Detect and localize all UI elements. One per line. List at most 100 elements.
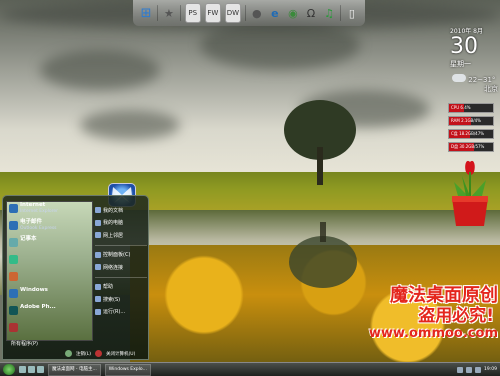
dreamweaver-icon[interactable]: DW <box>224 3 241 23</box>
watermark-line1: 魔法桌面原创 <box>390 285 498 306</box>
clock-day: 30 <box>450 34 478 59</box>
menu-item-network-connections[interactable]: 网络连接 <box>95 261 147 274</box>
photoshop-icon[interactable]: PS <box>184 3 201 23</box>
sky <box>0 0 500 180</box>
weather-city: 北京 <box>484 85 498 93</box>
meter-label: C盘 18.2GB/47% <box>451 131 485 136</box>
tray-icon[interactable] <box>457 366 464 373</box>
dock-separator <box>157 5 158 21</box>
quick-launch-icon[interactable] <box>28 366 35 373</box>
menu-item-run[interactable]: 运行(R)... <box>95 306 147 319</box>
quick-launch-icon[interactable] <box>19 366 26 373</box>
menu-item-label: 网上邻居 <box>103 232 124 239</box>
fireworks-icon[interactable]: FW <box>204 3 221 23</box>
pinned-item-app[interactable] <box>7 321 92 338</box>
watermark: 魔法桌面原创 盗用必究! www.ommoo.com <box>348 286 498 342</box>
taskbar-button[interactable]: 魔法桌面网 - 电脑主... <box>48 363 101 376</box>
pinned-item-notepad[interactable]: 记事本 <box>7 236 92 253</box>
pinned-title: Internet <box>20 202 46 208</box>
headphones-icon[interactable]: Ω <box>304 4 318 22</box>
all-programs-button[interactable]: 所有程序(P) <box>7 339 95 349</box>
computer-icon <box>95 219 101 226</box>
watermark-line2: 盗用必究! <box>418 306 494 326</box>
taskbar-button[interactable]: Windows Explo... <box>104 363 151 376</box>
pinned-item-app[interactable] <box>7 270 92 287</box>
start-menu-places-pane: 我的文档 我的电脑 网上邻居 控制面板(C) 网络连接 帮助 搜索(S) 运行(… <box>95 204 147 318</box>
menu-item-label: 控制面板(C) <box>103 252 131 259</box>
taskbar: 魔法桌面网 - 电脑主... Windows Explo... 19:09 <box>0 362 500 376</box>
search-icon <box>95 296 101 303</box>
tray-icon[interactable] <box>466 366 473 373</box>
dock-separator <box>340 5 341 21</box>
pinned-title: 电子邮件 <box>20 219 43 225</box>
adobe-icon <box>9 306 18 315</box>
pinned-title: Windows <box>20 287 48 293</box>
tree-icon <box>284 100 356 185</box>
windows-flag-icon[interactable]: ⊞ <box>139 4 153 22</box>
cloud <box>80 110 180 140</box>
network-icon <box>95 232 101 239</box>
app-icon <box>9 323 18 332</box>
quick-launch-icon[interactable] <box>37 366 44 373</box>
meter-bar: C盘 18.2GB/47% <box>448 129 494 139</box>
ie-icon[interactable]: e <box>268 4 282 22</box>
music-icon[interactable]: ♫ <box>322 4 336 22</box>
menu-item-my-documents[interactable]: 我的文档 <box>95 204 147 217</box>
email-icon <box>9 221 18 230</box>
menu-item-search[interactable]: 搜索(S) <box>95 293 147 306</box>
windows-media-icon <box>9 289 18 298</box>
notepad-icon <box>9 238 18 247</box>
weather-temp: 22~31° <box>468 76 496 84</box>
help-icon <box>95 283 101 290</box>
control-panel-icon <box>95 251 101 258</box>
tray-time: 19:09 <box>484 367 497 372</box>
pinned-item-adobe[interactable]: Adobe Ph... <box>7 304 92 321</box>
rss-icon[interactable]: ◉ <box>286 4 300 22</box>
dock-separator <box>244 5 246 21</box>
weather-gadget[interactable]: 22~31° 北京 <box>452 74 498 94</box>
top-dock: ⊞ ★ PS FW DW ● e ◉ Ω ♫ ▯ <box>133 0 365 26</box>
shutdown-icon[interactable] <box>95 350 103 357</box>
pinned-item-windows[interactable]: Windows <box>7 287 92 304</box>
menu-item-label: 我的电脑 <box>103 220 124 227</box>
network-connections-icon <box>95 264 101 271</box>
pinned-item-app[interactable] <box>7 253 92 270</box>
chat-bubble-icon[interactable]: ● <box>250 4 264 22</box>
tulip-pot-icon[interactable] <box>448 152 492 230</box>
pinned-item-email[interactable]: 电子邮件 Outlook Express <box>7 219 92 236</box>
meter-bar: D盘 30.2GB/57% <box>448 142 494 152</box>
start-button[interactable] <box>3 364 15 375</box>
pinned-sub: Outlook Express <box>20 226 57 231</box>
pinned-title: 记事本 <box>20 236 37 242</box>
dock-separator <box>179 5 181 21</box>
star-icon[interactable]: ★ <box>162 4 176 22</box>
pinned-title: Adobe Ph... <box>20 304 56 310</box>
menu-item-help[interactable]: 帮助 <box>95 281 147 294</box>
system-tray: 19:09 <box>457 366 500 373</box>
pinned-sub: Internet Explorer <box>20 209 59 214</box>
folder-icon <box>95 207 101 214</box>
logoff-icon[interactable] <box>65 350 72 357</box>
menu-item-control-panel[interactable]: 控制面板(C) <box>95 249 147 262</box>
recycle-bin-icon[interactable]: ▯ <box>345 4 359 22</box>
app-icon <box>9 272 18 281</box>
cloud-icon <box>452 74 466 82</box>
system-meters-gadget: CPU 6.4% RAM 2.1GB/4% C盘 18.2GB/47% D盘 3… <box>448 103 494 155</box>
meter-bar: RAM 2.1GB/4% <box>448 116 494 126</box>
clock-weekday: 星期一 <box>450 60 471 68</box>
start-menu-footer: 注销(L) 关闭计算机(U) <box>65 349 145 358</box>
tray-icon[interactable] <box>475 366 482 373</box>
logoff-button[interactable]: 注销(L) <box>76 351 91 357</box>
cloud <box>40 50 160 90</box>
menu-item-network[interactable]: 网上邻居 <box>95 229 147 242</box>
quick-launch <box>19 366 44 373</box>
start-menu-pinned-pane: Internet Internet Explorer 电子邮件 Outlook Ex… <box>6 201 93 341</box>
pinned-item-internet[interactable]: Internet Internet Explorer <box>7 202 92 219</box>
clock-gadget[interactable]: 2010年 8月 30 星期一 <box>450 26 498 69</box>
menu-item-label: 网络连接 <box>103 264 124 271</box>
shutdown-button[interactable]: 关闭计算机(U) <box>106 351 135 357</box>
meter-label: D盘 30.2GB/57% <box>451 144 485 149</box>
menu-item-my-computer[interactable]: 我的电脑 <box>95 217 147 230</box>
menu-item-label: 我的文档 <box>103 207 124 214</box>
tree-reflection-icon <box>289 222 357 288</box>
